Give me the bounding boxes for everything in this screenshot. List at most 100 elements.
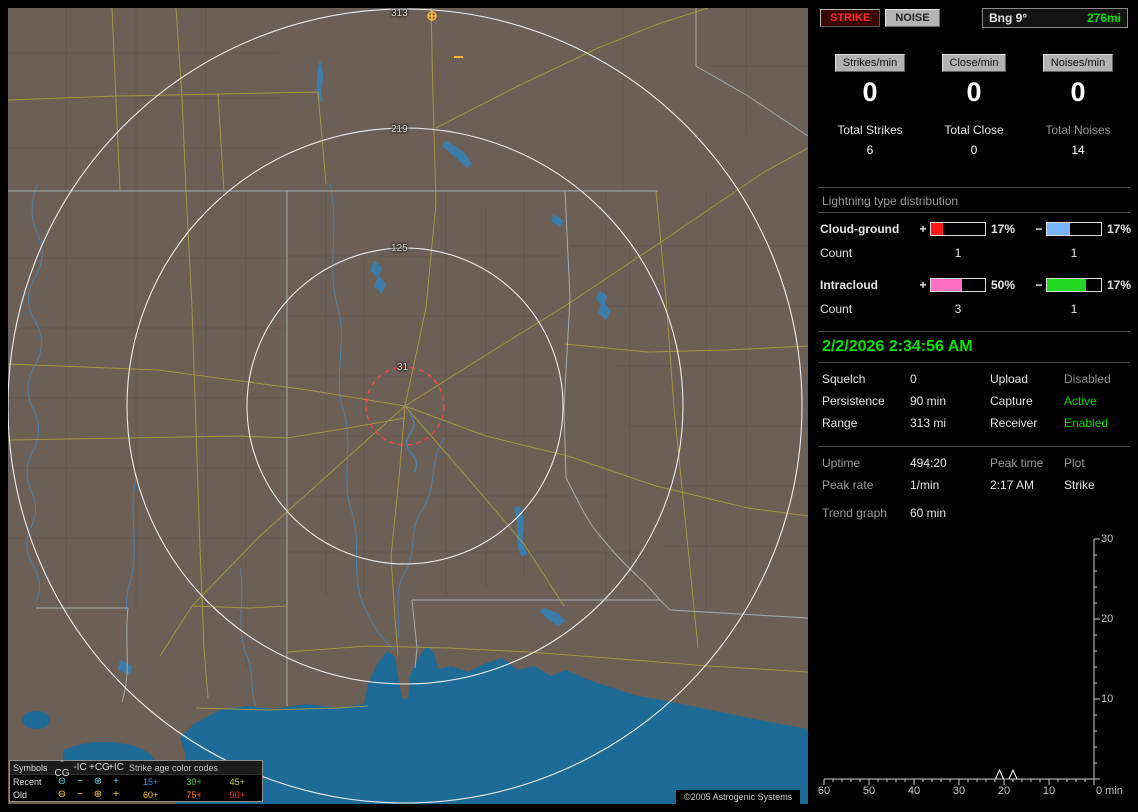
cg-minus-pct: 17%	[1107, 222, 1132, 236]
range-ring-label: 219	[391, 124, 408, 135]
pos-ic-recent-icon: +	[113, 775, 119, 787]
ic-minus-pct: 17%	[1107, 278, 1132, 292]
x-tick-label: 10	[1042, 785, 1056, 797]
status-grid: Squelch 0 Upload Disabled Persistence 90…	[818, 363, 1130, 430]
total-close-label: Total Close	[944, 123, 1004, 137]
cg-plus-count: 1	[954, 246, 962, 260]
total-noises-label: Total Noises	[1045, 123, 1111, 137]
ic-minus-bar	[1046, 278, 1102, 292]
noise-mode-button[interactable]: NOISE	[885, 9, 940, 27]
uptime-grid: Uptime 494:20 Peak time Plot Peak rate 1…	[818, 447, 1130, 492]
plot-value: Strike	[1064, 478, 1095, 492]
persistence-value: 90 min	[910, 394, 947, 408]
bearing-range-value: 276mi	[1086, 11, 1121, 25]
capture-label: Capture	[990, 394, 1033, 408]
range-label: Range	[822, 416, 858, 430]
ic-plus-count: 3	[954, 302, 962, 316]
noises-per-min-counter: Noises/min 0 Total Noises 14	[1026, 54, 1130, 157]
bearing-value: Bng 9°	[989, 11, 1028, 25]
ic-plus-pct: 50%	[991, 278, 1016, 292]
cloud-ground-label: Cloud-ground	[820, 222, 900, 236]
trend-axes	[823, 538, 1100, 785]
mode-toolbar: STRIKE NOISE Bng 9° 276mi	[818, 8, 1130, 28]
intracloud-label: Intracloud	[820, 278, 879, 292]
neg-ic-old-icon: −	[77, 788, 83, 800]
cg-plus-bar	[930, 222, 986, 236]
plus-sign: +	[919, 278, 927, 292]
datetime-display: 2/2/2026 2:34:56 AM	[818, 331, 1130, 363]
peak-rate-value: 1/min	[910, 478, 940, 492]
total-strikes-value: 6	[866, 143, 874, 157]
rate-counters: Strikes/min 0 Total Strikes 6 Close/min …	[818, 54, 1130, 157]
uptime-label: Uptime	[822, 456, 861, 470]
map-legend: Symbols -CG -IC +CG +IC Strike age color…	[9, 756, 263, 802]
intracloud-row: Intracloud + 50% − 17%	[818, 273, 1132, 297]
total-close-value: 0	[970, 143, 978, 157]
age-code: 75+	[186, 789, 202, 800]
legend-col-pos-cg: +CG	[89, 761, 110, 773]
lake-small-west	[22, 711, 50, 729]
x-tick-label: 50	[862, 785, 876, 797]
legend-old-label: Old	[13, 789, 28, 800]
upload-label: Upload	[990, 372, 1029, 386]
legend-col-neg-ic: -IC	[73, 761, 87, 773]
close-per-min-label: Close/min	[941, 54, 1007, 72]
close-per-min-counter: Close/min 0 Total Close 0	[922, 54, 1026, 157]
trend-graph-label: Trend graph	[822, 506, 887, 520]
total-noises-value: 14	[1071, 143, 1085, 157]
age-code: 60+	[143, 789, 159, 800]
cg-minus-bar	[1046, 222, 1102, 236]
ic-minus-bar-fill	[1047, 279, 1086, 291]
capture-value: Active	[1064, 394, 1097, 408]
close-per-min-value: 0	[966, 77, 982, 107]
strike-mode-button[interactable]: STRIKE	[820, 9, 881, 27]
pos-cg-old-icon: ⊕	[93, 788, 103, 800]
age-code: 30+	[186, 776, 202, 787]
total-strikes-label: Total Strikes	[837, 123, 903, 137]
map: 313 219 125 31 Symbols -CG -IC +CG +IC S…	[8, 8, 808, 804]
neg-cg-recent-icon: ⊖	[57, 775, 67, 787]
plus-sign: +	[919, 222, 927, 236]
trend-graph-value: 60 min	[910, 506, 947, 520]
map-canvas	[8, 8, 808, 804]
persistence-label: Persistence	[822, 394, 885, 408]
peak-time-value: 2:17 AM	[990, 478, 1035, 492]
pos-cg-recent-icon: ⊕	[93, 775, 103, 787]
cg-minus-count: 1	[1070, 246, 1078, 260]
y-tick-label: 10	[1101, 693, 1114, 705]
receiver-label: Receiver	[990, 416, 1038, 430]
minus-sign: −	[1035, 222, 1043, 236]
trend-spikes	[995, 768, 1018, 780]
strikes-per-min-label: Strikes/min	[834, 54, 906, 72]
peak-rate-label: Peak rate	[822, 478, 874, 492]
strikes-per-min-counter: Strikes/min 0 Total Strikes 6	[818, 54, 922, 157]
x-tick-label: 20	[997, 785, 1011, 797]
intracloud-count-row: Count 3 1	[818, 297, 1130, 321]
copyright: ©2005 Astrogenic Systems	[676, 790, 801, 804]
receiver-value: Enabled	[1064, 416, 1109, 430]
neg-cg-old-icon: ⊖	[57, 788, 67, 800]
ic-plus-bar-fill	[931, 279, 963, 291]
x-tick-label: 30	[952, 785, 966, 797]
trend-graph-canvas	[823, 538, 1100, 785]
cg-plus-pct: 17%	[991, 222, 1016, 236]
noises-per-min-value: 0	[1070, 77, 1086, 107]
side-panel: STRIKE NOISE Bng 9° 276mi Strikes/min 0 …	[818, 8, 1132, 804]
cg-plus-bar-fill	[931, 223, 943, 235]
y-tick-label: 30	[1101, 533, 1114, 545]
count-label: Count	[820, 246, 853, 260]
cg-minus-bar-fill	[1047, 223, 1070, 235]
count-label: Count	[820, 302, 853, 316]
trend-graph: 30 20 10 60 50 40 30 20 10 0 min	[818, 533, 1130, 808]
uptime-value: 494:20	[910, 456, 947, 470]
distribution-heading: Lightning type distribution	[818, 188, 1130, 213]
range-value: 313 mi	[910, 416, 947, 430]
peak-time-label: Peak time	[990, 456, 1044, 470]
legend-col-pos-ic: +IC	[108, 761, 124, 773]
noises-per-min-label: Noises/min	[1042, 54, 1114, 72]
upload-value: Disabled	[1064, 372, 1111, 386]
squelch-label: Squelch	[822, 372, 866, 386]
plot-label: Plot	[1064, 456, 1085, 470]
cloud-ground-row: Cloud-ground + 17% − 17%	[818, 217, 1132, 241]
cloud-ground-count-row: Count 1 1	[818, 241, 1130, 265]
